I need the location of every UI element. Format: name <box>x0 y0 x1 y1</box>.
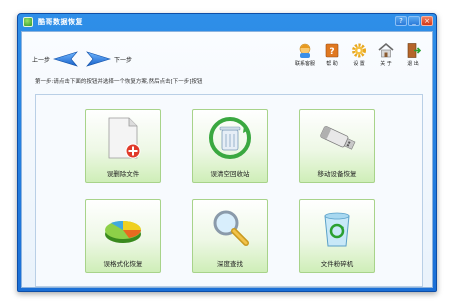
about-button[interactable]: 关 于 <box>375 42 397 67</box>
contact-support-label: 联系客服 <box>294 61 315 67</box>
magnifier-icon <box>213 210 249 246</box>
svg-text:?: ? <box>329 47 334 57</box>
help-button[interactable]: ? 帮 助 <box>321 42 343 67</box>
title-bar[interactable]: 酷哥数据恢复 ? _ × <box>18 14 436 31</box>
shredder-bin-icon <box>324 212 350 247</box>
home-icon <box>378 42 394 58</box>
option-file-shredder[interactable]: 文件粉碎机 <box>299 199 375 273</box>
option-recycle-bin-label: 误清空回收站 <box>210 170 250 178</box>
options-panel: 误删除文件 误清空回收站 移动设备恢复 误格式化恢复 深度查找 文件粉碎机 <box>35 94 423 287</box>
gear-icon <box>352 43 366 58</box>
about-label: 关 于 <box>380 61 392 67</box>
recycle-bin-icon <box>209 117 251 159</box>
exit-label: 退 出 <box>407 61 419 67</box>
help-book-icon: ? <box>325 43 339 58</box>
next-arrow-button[interactable] <box>85 51 112 67</box>
option-format-recovery[interactable]: 误格式化恢复 <box>85 199 161 273</box>
support-person-icon <box>299 43 311 58</box>
option-deleted-files[interactable]: 误删除文件 <box>85 109 161 183</box>
option-format-recovery-label: 误格式化恢复 <box>103 260 143 268</box>
prev-label: 上一步 <box>32 56 51 64</box>
window-controls: ? _ × <box>395 16 433 26</box>
next-label: 下一步 <box>114 56 133 64</box>
instruction-text: 第一步:请点击下面的按钮并选择一个恢复方案,然后点击[下一步]按钮 <box>35 79 203 85</box>
option-deep-search[interactable]: 深度查找 <box>192 199 268 273</box>
help-window-button[interactable]: ? <box>395 16 407 26</box>
client-area: 上一步 下一步 联系客服 ? 帮 助 设 置 关 于 退 出 第一步:请点击下面… <box>21 31 433 288</box>
exit-door-icon <box>407 43 421 58</box>
option-file-shredder-label: 文件粉碎机 <box>320 260 354 268</box>
deleted-file-icon <box>108 117 141 159</box>
disk-pie-icon <box>105 220 141 243</box>
usb-drive-icon <box>320 126 356 150</box>
close-button[interactable]: × <box>421 16 433 26</box>
contact-support-button[interactable]: 联系客服 <box>294 42 316 67</box>
prev-arrow-button[interactable] <box>53 51 79 67</box>
option-deep-search-label: 深度查找 <box>217 260 243 268</box>
option-mobile-device[interactable]: 移动设备恢复 <box>299 109 375 183</box>
wizard-nav: 上一步 下一步 <box>32 51 132 67</box>
option-mobile-device-label: 移动设备恢复 <box>317 170 357 178</box>
exit-button[interactable]: 退 出 <box>402 42 424 67</box>
help-label: 帮 助 <box>326 61 338 67</box>
app-window: 酷哥数据恢复 ? _ × 上一步 下一步 联系客服 ? 帮 助 设 置 关 于 … <box>17 13 437 292</box>
minimize-button[interactable]: _ <box>408 16 420 26</box>
toolbar: 联系客服 ? 帮 助 设 置 关 于 退 出 <box>294 42 424 67</box>
option-recycle-bin[interactable]: 误清空回收站 <box>192 109 268 183</box>
option-deleted-files-label: 误删除文件 <box>106 170 140 178</box>
app-logo-icon <box>23 17 33 27</box>
settings-label: 设 置 <box>353 61 365 67</box>
settings-button[interactable]: 设 置 <box>348 42 370 67</box>
window-title: 酷哥数据恢复 <box>38 18 83 26</box>
